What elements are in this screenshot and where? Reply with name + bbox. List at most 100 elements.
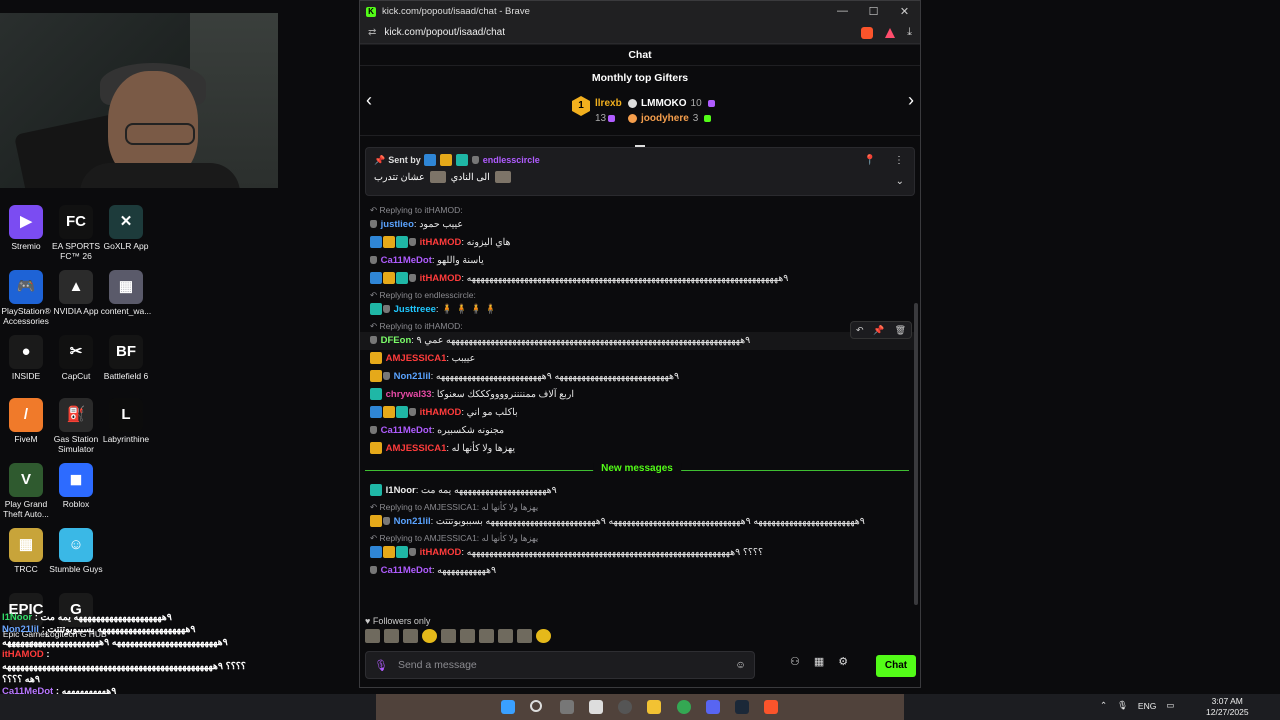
overlay-chat-text: ؟؟؟؟ ٩هههههههههههههههههههههههههههههههههه… bbox=[2, 661, 246, 673]
emote-icon[interactable] bbox=[365, 629, 380, 643]
pin-icon[interactable]: 📍 bbox=[864, 155, 876, 166]
scrollbar[interactable] bbox=[914, 303, 918, 605]
chat-message[interactable]: Ca11MeDot: مجنونه شكسبيره bbox=[360, 422, 914, 440]
start-icon[interactable] bbox=[501, 700, 515, 714]
emote-icon[interactable] bbox=[479, 629, 494, 643]
desktop-icon[interactable]: ✕ GoXLR App bbox=[94, 205, 158, 252]
chat-username[interactable]: chrywal33 bbox=[386, 389, 432, 400]
prev-arrow-icon[interactable]: ‹ bbox=[366, 90, 372, 111]
reply-context[interactable]: ↶ Replying to itHAMOD: bbox=[360, 319, 914, 332]
chat-message[interactable]: itHAMOD: باكلب مو اني bbox=[360, 404, 914, 422]
chat-username[interactable]: itHAMOD bbox=[420, 273, 462, 284]
gear-icon[interactable]: ⚙ bbox=[838, 655, 848, 668]
emoji-icon[interactable]: ☺ bbox=[735, 659, 746, 671]
desktop-icon[interactable]: ☺ Stumble Guys bbox=[44, 528, 108, 575]
language-indicator[interactable]: ENG bbox=[1138, 701, 1156, 711]
network-icon[interactable]: ▭ bbox=[1166, 700, 1174, 711]
chat-send-button[interactable]: Chat bbox=[876, 655, 916, 677]
first-gifter[interactable]: llrexb 13 bbox=[595, 96, 622, 126]
chat-username[interactable]: justlieo bbox=[381, 219, 414, 230]
chat-message[interactable]: l1Noor: ٩هههههههههههههههههههههه يمه مت bbox=[360, 482, 914, 500]
chat-username[interactable]: Justtreee bbox=[394, 304, 436, 315]
chat-username[interactable]: Ca11MeDot bbox=[381, 255, 432, 266]
url-field[interactable]: kick.com/popout/isaad/chat bbox=[384, 27, 505, 38]
reply-context[interactable]: ↶ Replying to itHAMOD: bbox=[360, 203, 914, 216]
chat-username[interactable]: Ca11MeDot bbox=[381, 565, 432, 576]
chat-message-text: اربع آلاف ممننننرووووكككك سعنوكا bbox=[436, 389, 575, 400]
chevron-up-icon[interactable]: ⌃ bbox=[1100, 700, 1107, 711]
store-icon[interactable] bbox=[589, 700, 603, 714]
emote-icon[interactable] bbox=[403, 629, 418, 643]
minimize-button[interactable]: — bbox=[827, 5, 858, 18]
brave-shields-icon[interactable] bbox=[861, 26, 874, 39]
desktop-icon[interactable]: ▦ content_wa... bbox=[94, 270, 158, 317]
microphone-icon[interactable]: 🎙 bbox=[1117, 700, 1128, 711]
chat-username[interactable]: AMJESSICA1 bbox=[386, 353, 447, 364]
emote-icon[interactable] bbox=[517, 629, 532, 643]
next-arrow-icon[interactable]: › bbox=[908, 90, 914, 111]
emote-icon[interactable] bbox=[441, 629, 456, 643]
chat-message[interactable]: AMJESSICA1: يهزها ولا كأنها له bbox=[360, 440, 914, 458]
brave-icon[interactable] bbox=[764, 700, 778, 714]
desktop-icon[interactable]: L Labyrinthine bbox=[94, 398, 158, 445]
emote-icon[interactable] bbox=[536, 629, 551, 643]
chat-message[interactable]: Non21lil: ٩هههههههههههههههههههههههه ٩ههه… bbox=[360, 513, 914, 531]
chat-message[interactable]: Non21lil: ٩ههههههههههههههههههههههههههه ٩… bbox=[360, 368, 914, 386]
chat-username[interactable]: itHAMOD bbox=[420, 407, 462, 418]
chat-username[interactable]: Non21lil bbox=[394, 371, 431, 382]
mod-badge-icon bbox=[370, 546, 382, 559]
search-icon[interactable] bbox=[530, 700, 542, 712]
chat-message[interactable]: justlieo: عييب حمود bbox=[360, 216, 914, 234]
folder-icon[interactable] bbox=[647, 700, 661, 714]
emote-icon[interactable] bbox=[460, 629, 475, 643]
gifter-name[interactable]: joodyhere bbox=[641, 111, 689, 126]
clock[interactable]: 3:07 AM 12/27/2025 bbox=[1206, 696, 1249, 718]
chevron-down-icon[interactable]: ⌄ bbox=[896, 176, 904, 187]
chat-username[interactable]: Ca11MeDot bbox=[381, 425, 432, 436]
emote-icon[interactable] bbox=[384, 629, 399, 643]
chat-username[interactable]: itHAMOD bbox=[420, 547, 462, 558]
store-icon[interactable]: ▦ bbox=[814, 655, 824, 668]
chat-message[interactable]: chrywal33: اربع آلاف ممننننرووووكككك سعن… bbox=[360, 386, 914, 404]
chat-username[interactable]: itHAMOD bbox=[420, 237, 462, 248]
chat-username[interactable]: AMJESSICA1 bbox=[386, 443, 447, 454]
close-button[interactable]: ✕ bbox=[889, 5, 920, 18]
pin-icon[interactable]: 📌 bbox=[873, 325, 884, 336]
desktop-icon[interactable]: BF Battlefield 6 bbox=[94, 335, 158, 382]
chat-message[interactable]: itHAMOD: هاي اليزونه bbox=[360, 234, 914, 252]
app-icon[interactable] bbox=[618, 700, 632, 714]
users-icon[interactable]: ⚇ bbox=[790, 655, 800, 668]
desktop-icon[interactable]: ◼ Roblox bbox=[44, 463, 108, 510]
reply-context[interactable]: ↶ Replying to AMJESSICA1: يهزها ولا كأنه… bbox=[360, 531, 914, 544]
chat-message[interactable]: Ca11MeDot: ٩هههههههههههه bbox=[360, 562, 914, 580]
chrome-icon[interactable] bbox=[677, 700, 691, 714]
chat-username[interactable]: l1Noor bbox=[386, 485, 416, 496]
steam-icon[interactable] bbox=[735, 700, 749, 714]
pinned-user[interactable]: endlesscircle bbox=[483, 155, 540, 165]
task-view-icon[interactable] bbox=[560, 700, 574, 714]
site-settings-icon[interactable]: ⇄ bbox=[368, 27, 376, 38]
gifter-name[interactable]: LMMOKO bbox=[641, 96, 687, 111]
emote-icon bbox=[429, 171, 446, 183]
chat-username[interactable]: Non21lil bbox=[394, 516, 431, 527]
chat-username[interactable]: DFEon bbox=[381, 335, 412, 346]
reply-context[interactable]: ↶ Replying to endlesscircle: bbox=[360, 288, 914, 301]
brave-rewards-icon[interactable] bbox=[885, 27, 896, 38]
reply-context[interactable]: ↶ Replying to AMJESSICA1: يهزها ولا كأنه… bbox=[360, 500, 914, 513]
microphone-icon[interactable]: 🎙 bbox=[374, 659, 388, 672]
chat-message[interactable]: Ca11MeDot: ياسنة واللهو bbox=[360, 252, 914, 270]
more-options-icon[interactable]: ⋮ bbox=[894, 155, 904, 166]
chat-message[interactable]: DFEon: ٩هههههههههههههههههههههههههههههههه… bbox=[360, 332, 914, 350]
reply-icon[interactable]: ↶ bbox=[856, 325, 864, 336]
chat-message[interactable]: AMJESSICA1: عييبب bbox=[360, 350, 914, 368]
message-input[interactable]: 🎙 Send a message ☺ bbox=[365, 651, 755, 679]
chat-message[interactable]: itHAMOD: ؟؟؟؟ ٩ههههههههههههههههههههههههه… bbox=[360, 544, 914, 562]
chat-message[interactable]: itHAMOD: ٩هههههههههههههههههههههههههههههه… bbox=[360, 270, 914, 288]
delete-icon[interactable]: 🗑 bbox=[895, 325, 906, 336]
emote-icon[interactable] bbox=[422, 629, 437, 643]
chat-message[interactable]: Justtreee: 🧍 🧍 🧍 🧍 bbox=[360, 301, 914, 319]
discord-icon[interactable] bbox=[706, 700, 720, 714]
download-icon[interactable]: ⤓ bbox=[907, 26, 912, 39]
maximize-button[interactable]: ☐ bbox=[858, 5, 889, 18]
emote-icon[interactable] bbox=[498, 629, 513, 643]
